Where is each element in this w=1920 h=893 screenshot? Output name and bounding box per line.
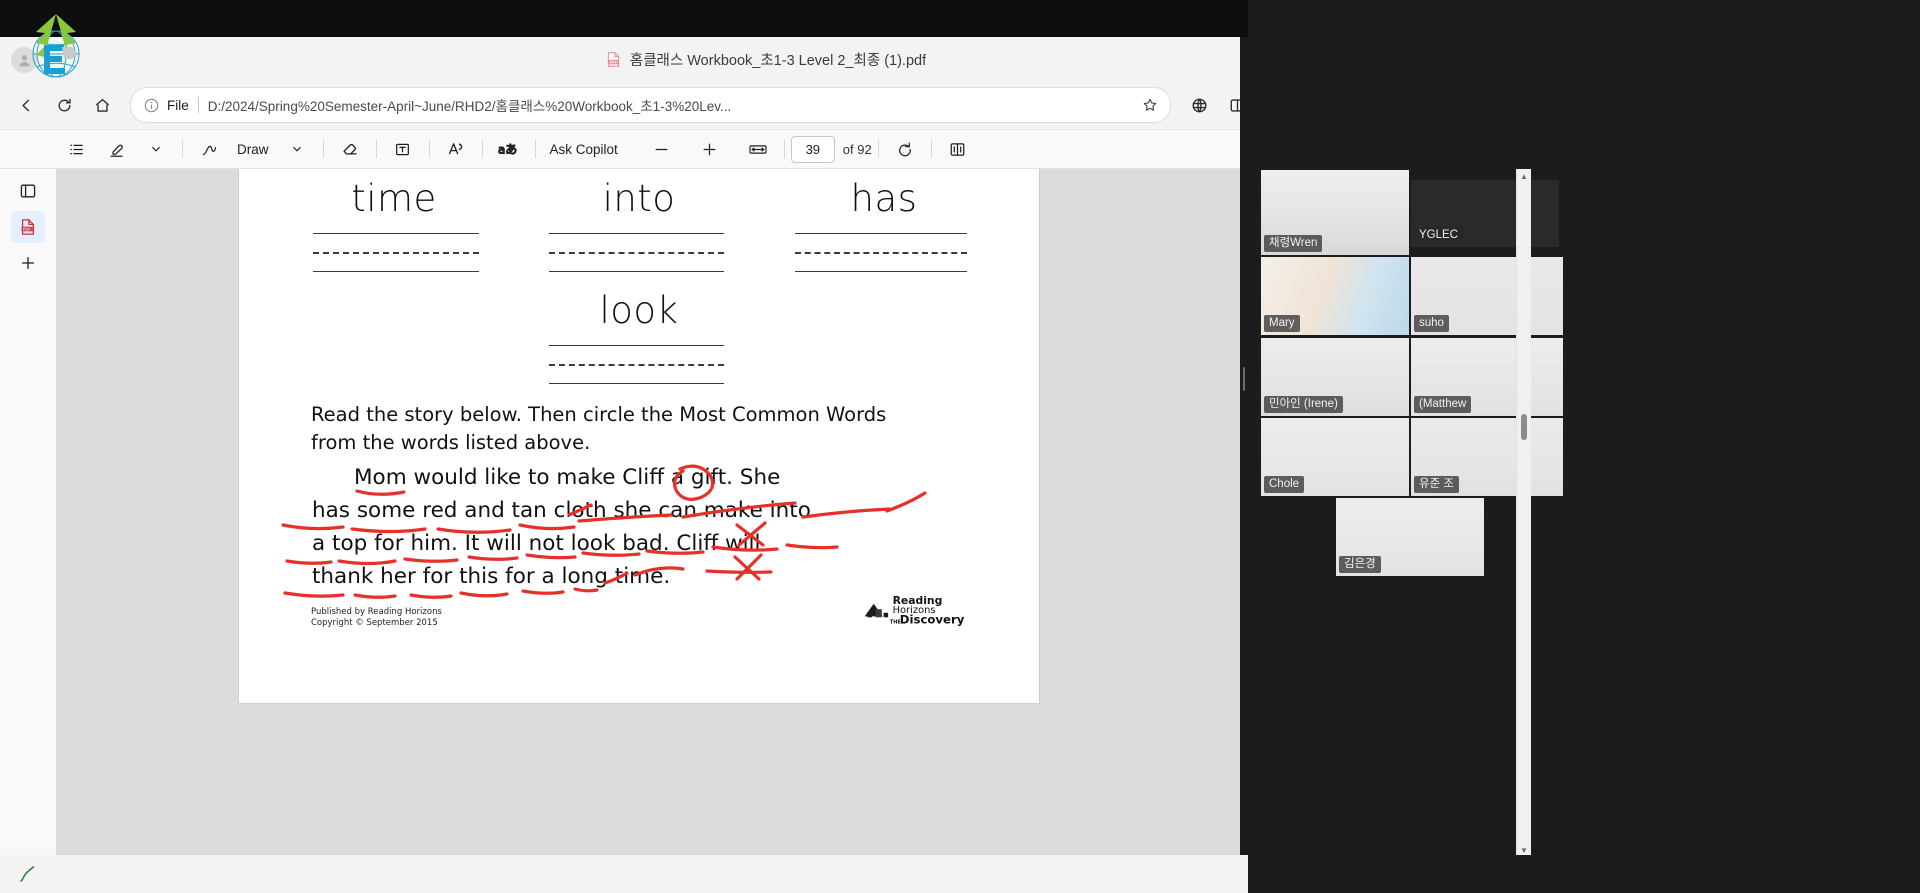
participant-tile[interactable]: Chole [1261,418,1409,496]
page-view-button[interactable] [938,134,978,164]
toolbar-divider [534,140,536,158]
highlight-button[interactable] [96,134,136,164]
draw-label[interactable]: Draw [229,142,277,157]
toolbar-divider [375,140,377,158]
home-button[interactable] [84,87,120,123]
url-text: D:/2024/Spring%20Semester-April~June/RHD… [207,99,732,114]
url-scheme-label: File [167,97,189,113]
address-bar[interactable]: File D:/2024/Spring%20Semester-April~Jun… [130,87,1171,123]
worksheet-content: time into has look Read the story below.… [239,169,1039,703]
vertical-scrollbar[interactable]: ▲ ▼ [1516,169,1531,855]
toolbar-divider [930,140,932,158]
practice-word: into [602,177,676,220]
resize-grip[interactable] [1243,367,1245,391]
toolbar-divider [322,140,324,158]
participant-name: Mary [1264,315,1300,332]
page-number-input[interactable]: 39 [790,135,835,163]
zoom-out-button[interactable] [642,134,682,164]
add-button[interactable] [11,247,45,279]
participant-tile[interactable]: 김은경 [1336,498,1484,576]
practice-word: time [351,177,437,220]
participant-name: 유준 조 [1414,476,1459,493]
story-line: Mom would like to make Cliff a gift. She [354,465,781,490]
participant-name: Chole [1264,476,1305,493]
table-of-contents-button[interactable] [56,134,96,164]
practice-lines [795,233,967,272]
draw-button[interactable] [189,134,229,164]
svg-text:aあ: aあ [498,142,517,156]
scroll-up-arrow-icon[interactable]: ▲ [1517,169,1531,183]
toolbar-divider [428,140,430,158]
zoom-in-button[interactable] [690,134,730,164]
browser-essentials-icon[interactable] [1181,87,1217,123]
scroll-down-arrow-icon[interactable]: ▼ [1517,843,1531,855]
participant-tile[interactable]: 채령Wren [1261,170,1409,255]
copyright-text: Copyright © September 2015 [311,618,438,628]
participant-tile[interactable]: suho [1411,257,1563,335]
info-icon [143,97,160,114]
pdf-page: time into has look Read the story below.… [239,169,1039,703]
story-line: a top for him. It will not look bad. Cli… [312,531,761,556]
pdf-tools-button[interactable]: PDF [11,211,45,243]
url-divider [197,97,199,113]
participant-tile[interactable]: YGLEC [1411,180,1559,247]
toolbar-divider [877,140,879,158]
published-by-text: Published by Reading Horizons [311,607,442,617]
participant-tile[interactable]: 민아인 (Irene) [1261,338,1409,416]
participant-tile[interactable]: (Matthew [1411,338,1563,416]
toolbar-divider [783,140,785,158]
green-arrow-globe-logo [32,14,80,78]
refresh-button[interactable] [46,87,82,123]
svg-text:PDF: PDF [23,226,31,231]
erase-button[interactable] [330,134,370,164]
rotate-button[interactable] [885,134,925,164]
tab-title-text: 홈클래스 Workbook_초1-3 Level 2_최종 (1).pdf [629,52,927,69]
story-line: has some red and tan cloth she can make … [312,498,811,523]
translate-button[interactable]: aあ [489,134,529,164]
pdf-file-icon [605,51,622,68]
practice-lines [549,233,724,272]
toggle-sidebar-button[interactable] [11,175,45,207]
video-conference-panel: 채령Wren YGLEC Mary suho 민아인 (Irene) (Matt… [1248,0,1920,893]
window-edge-divider [1240,37,1248,855]
participant-tile[interactable]: 유준 조 [1411,418,1563,496]
highlight-options-caret-icon[interactable] [136,134,176,164]
participant-name: (Matthew [1414,396,1472,413]
add-text-button[interactable] [383,134,423,164]
pen-icon[interactable] [18,864,38,884]
page-total-label: of 92 [842,141,872,157]
back-button[interactable] [8,87,44,123]
draw-options-caret-icon[interactable] [277,134,317,164]
fit-to-width-button[interactable] [738,134,778,164]
practice-lines [313,233,479,272]
worksheet-story: Mom would like to make Cliff a gift. She… [312,461,1034,593]
left-rail: PDF [0,169,56,855]
practice-word: has [850,177,918,220]
reading-horizons-logo: Reading Horizons THE Discovery [864,594,965,627]
practice-lines [549,345,724,384]
publisher-footer: Published by Reading Horizons Copyright … [311,607,442,629]
story-line: thank her for this for a long time. [312,564,671,589]
participant-name: suho [1414,315,1449,332]
participant-name: 민아인 (Irene) [1264,396,1343,413]
favorite-star-icon[interactable] [1136,91,1164,119]
scrollbar-thumb[interactable] [1521,414,1527,440]
practice-word: look [599,289,679,332]
participant-name: YGLEC [1414,227,1463,244]
screen: 홈클래스 Workbook_초1-3 Level 2_최종 (1).pdf Fi… [0,0,1920,893]
ask-copilot-button[interactable]: Ask Copilot [542,142,626,157]
toolbar-divider [182,140,183,158]
toolbar-divider [481,140,483,158]
logo-line-3: Discovery [900,613,965,627]
read-aloud-button[interactable] [436,134,476,164]
participant-name: 김은경 [1339,556,1381,573]
participant-name: 채령Wren [1264,235,1323,252]
participant-tile-active-speaker[interactable]: Mary [1261,257,1409,335]
worksheet-instruction: Read the story below. Then circle the Mo… [311,403,887,454]
